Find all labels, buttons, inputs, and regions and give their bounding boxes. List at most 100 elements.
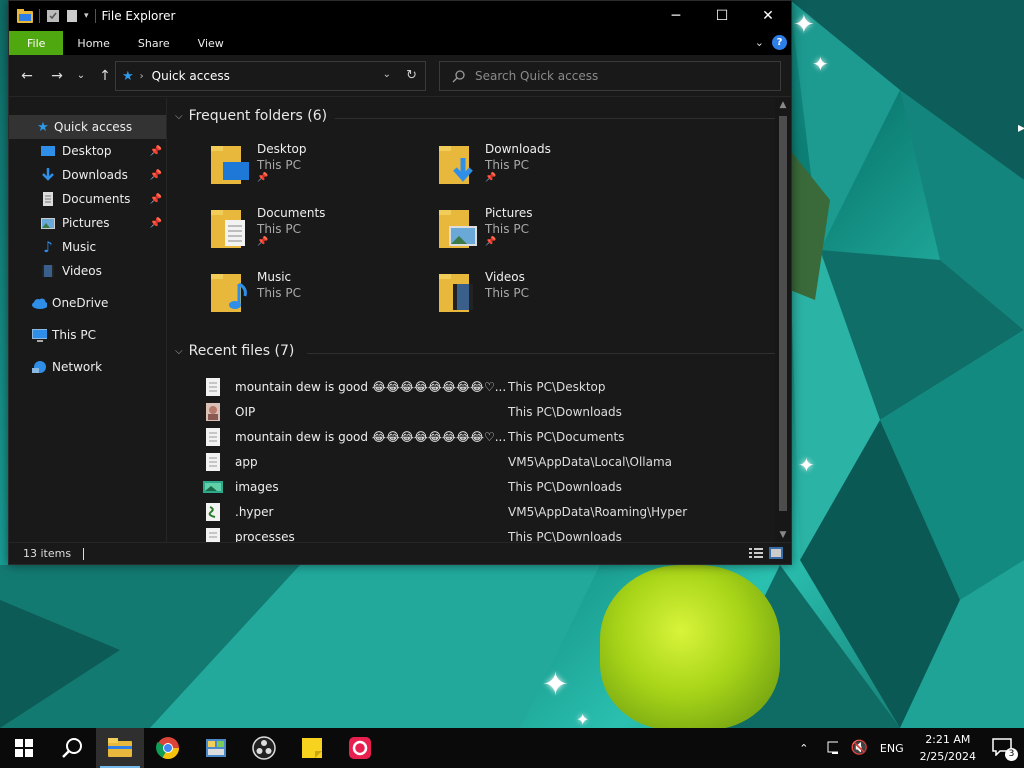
volume-muted-icon[interactable]: 🔇 bbox=[844, 740, 873, 756]
table-row[interactable]: images This PC\Downloads bbox=[203, 474, 783, 499]
expand-ribbon-chevron-icon[interactable]: ⌄ bbox=[755, 36, 764, 49]
forward-arrow-icon[interactable]: → bbox=[45, 64, 69, 88]
folder-tile-desktop[interactable]: Desktop This PC 📌 bbox=[209, 142, 429, 198]
help-button[interactable]: ? bbox=[772, 35, 787, 50]
close-button[interactable]: ✕ bbox=[745, 1, 791, 31]
sidebar-item-documents[interactable]: Documents 📌 bbox=[9, 187, 166, 211]
folder-tile-pictures[interactable]: Pictures This PC 📌 bbox=[437, 206, 657, 262]
pin-icon[interactable]: 📌 bbox=[485, 237, 533, 247]
pin-icon[interactable]: 📌 bbox=[257, 173, 307, 183]
downloads-folder-icon bbox=[439, 146, 473, 184]
address-dropdown-icon[interactable]: ⌄ bbox=[383, 69, 391, 80]
sidebar-item-this-pc[interactable]: This PC bbox=[9, 323, 166, 347]
scrollbar-thumb[interactable] bbox=[779, 116, 787, 511]
obs-icon bbox=[252, 736, 276, 760]
title-bar[interactable]: ▾ File Explorer ─ ☐ ✕ bbox=[9, 1, 791, 31]
clock[interactable]: 2:21 AM 2/25/2024 bbox=[910, 731, 986, 765]
taskbar-sticky-notes[interactable] bbox=[288, 728, 336, 768]
sidebar-item-label: OneDrive bbox=[52, 296, 109, 310]
search-button[interactable] bbox=[48, 728, 96, 768]
address-bar[interactable]: ★ › Quick access ⌄ ↻ bbox=[115, 61, 426, 91]
table-row[interactable]: mountain dew is good 😂😂😂😂😂😂😂😂♡... This P… bbox=[203, 374, 783, 399]
network-status-icon[interactable] bbox=[814, 740, 844, 756]
maximize-button[interactable]: ☐ bbox=[699, 1, 745, 31]
folder-location: This PC bbox=[257, 222, 301, 236]
picture-icon bbox=[41, 218, 55, 229]
breadcrumb-chevron-icon[interactable]: › bbox=[140, 71, 144, 82]
sidebar-item-music[interactable]: ♪ Music bbox=[9, 235, 166, 259]
minimize-button[interactable]: ─ bbox=[653, 1, 699, 31]
notification-center-button[interactable]: 3 bbox=[986, 737, 1024, 761]
mouse-cursor-icon: ▸ bbox=[1018, 120, 1024, 136]
pin-icon[interactable]: 📌 bbox=[257, 237, 325, 247]
pin-icon[interactable]: 📌 bbox=[150, 194, 162, 205]
sidebar-item-network[interactable]: Network bbox=[9, 355, 166, 379]
taskbar-control-panel[interactable] bbox=[192, 728, 240, 768]
customize-toolbar-chevron-icon[interactable]: ▾ bbox=[84, 11, 89, 21]
folder-location: This PC bbox=[257, 286, 301, 300]
breadcrumb-quick-access[interactable]: Quick access bbox=[152, 69, 230, 83]
file-path: This PC\Downloads bbox=[508, 529, 622, 543]
sidebar-item-videos[interactable]: Videos bbox=[9, 259, 166, 283]
back-arrow-icon[interactable]: ← bbox=[15, 64, 39, 88]
tab-file[interactable]: File bbox=[9, 31, 64, 55]
language-indicator[interactable]: ENG bbox=[874, 742, 910, 755]
folder-tile-downloads[interactable]: Downloads This PC 📌 bbox=[437, 142, 657, 198]
table-row[interactable]: .hyper VM5\AppData\Roaming\Hyper bbox=[203, 499, 783, 524]
pin-icon[interactable]: 📌 bbox=[485, 173, 551, 183]
taskbar-chrome[interactable] bbox=[144, 728, 192, 768]
large-icons-view-icon[interactable] bbox=[769, 547, 783, 559]
start-button[interactable] bbox=[0, 728, 48, 768]
table-row[interactable]: processes This PC\Downloads bbox=[203, 524, 783, 542]
document-icon bbox=[43, 192, 53, 206]
ribbon-tabs: File Home Share View ⌄ ? bbox=[9, 31, 791, 55]
sidebar-item-onedrive[interactable]: OneDrive bbox=[9, 291, 166, 315]
desktop-icon bbox=[41, 146, 55, 156]
new-folder-icon[interactable] bbox=[66, 9, 78, 23]
sidebar-item-downloads[interactable]: Downloads 📌 bbox=[9, 163, 166, 187]
desktop-folder-icon bbox=[211, 146, 249, 184]
pin-icon[interactable]: 📌 bbox=[150, 146, 162, 157]
folder-tile-music[interactable]: Music This PC bbox=[209, 270, 429, 326]
tab-view[interactable]: View bbox=[184, 31, 238, 55]
taskbar-obs[interactable] bbox=[240, 728, 288, 768]
table-row[interactable]: app VM5\AppData\Local\Ollama bbox=[203, 449, 783, 474]
vertical-scrollbar[interactable]: ▲ ▼ bbox=[775, 98, 791, 542]
table-row[interactable]: OIP This PC\Downloads bbox=[203, 399, 783, 424]
properties-icon[interactable] bbox=[46, 9, 60, 23]
show-hidden-icons-chevron-icon[interactable]: ⌃ bbox=[793, 742, 814, 755]
taskbar-file-explorer[interactable] bbox=[96, 728, 144, 768]
frequent-folders-header[interactable]: ⌵ Frequent folders (6) bbox=[175, 108, 775, 124]
taskbar-app[interactable] bbox=[336, 728, 384, 768]
pin-icon[interactable]: 📌 bbox=[150, 170, 162, 181]
folder-location: This PC bbox=[485, 222, 529, 236]
refresh-icon[interactable]: ↻ bbox=[406, 68, 417, 83]
tab-home[interactable]: Home bbox=[63, 31, 123, 55]
folder-tile-documents[interactable]: Documents This PC 📌 bbox=[209, 206, 429, 262]
scroll-up-arrow-icon[interactable]: ▲ bbox=[775, 100, 791, 110]
search-box[interactable] bbox=[439, 61, 781, 91]
tab-share[interactable]: Share bbox=[124, 31, 184, 55]
folder-tile-videos[interactable]: Videos This PC bbox=[437, 270, 657, 326]
sidebar-item-label: Music bbox=[62, 240, 97, 254]
collapse-chevron-icon[interactable]: ⌵ bbox=[175, 346, 183, 357]
sidebar-item-quick-access[interactable]: ★ Quick access bbox=[9, 115, 166, 139]
sidebar-item-label: Videos bbox=[62, 264, 102, 278]
file-name: images bbox=[235, 479, 279, 494]
clock-date: 2/25/2024 bbox=[919, 750, 976, 763]
table-row[interactable]: mountain dew is good 😂😂😂😂😂😂😂😂♡... This P… bbox=[203, 424, 783, 449]
details-view-icon[interactable] bbox=[749, 547, 763, 559]
scroll-down-arrow-icon[interactable]: ▼ bbox=[775, 530, 791, 540]
recent-files-header[interactable]: ⌵ Recent files (7) bbox=[175, 343, 775, 359]
up-arrow-icon[interactable]: ↑ bbox=[93, 64, 117, 88]
folder-name: Desktop bbox=[257, 142, 307, 156]
recent-locations-chevron-icon[interactable]: ⌄ bbox=[69, 64, 93, 88]
pin-icon[interactable]: 📌 bbox=[150, 218, 162, 229]
music-folder-icon bbox=[211, 274, 247, 312]
sidebar-item-pictures[interactable]: Pictures 📌 bbox=[9, 211, 166, 235]
collapse-chevron-icon[interactable]: ⌵ bbox=[175, 111, 183, 122]
taskbar: ⌃ 🔇 ENG 2:21 AM 2/25/2024 3 bbox=[0, 728, 1024, 768]
file-path: This PC\Downloads bbox=[508, 479, 622, 494]
search-input[interactable] bbox=[475, 69, 755, 83]
sidebar-item-desktop[interactable]: Desktop 📌 bbox=[9, 139, 166, 163]
